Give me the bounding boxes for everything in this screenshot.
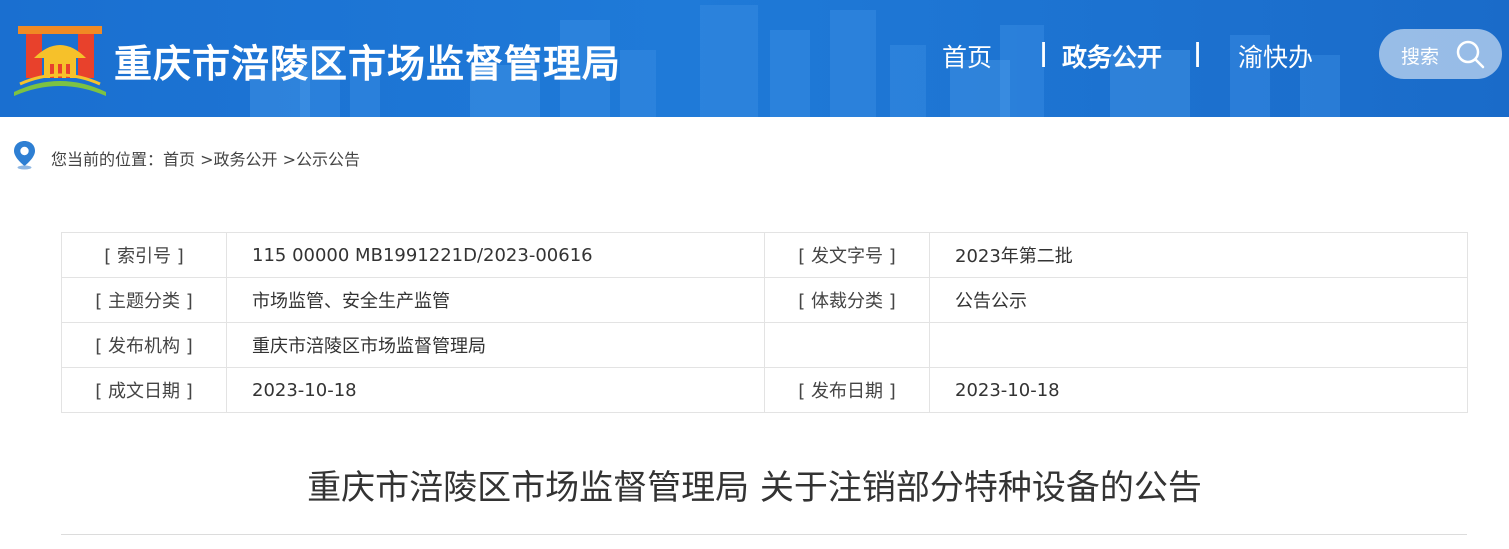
search-icon [1456, 40, 1485, 69]
info-value: 公告公示 [929, 277, 1468, 323]
info-value: 重庆市涪陵区市场监督管理局 [226, 322, 765, 368]
info-label: [ 主题分类 ] [61, 277, 227, 323]
info-label: [ 发文字号 ] [764, 232, 930, 278]
document-info-table: [ 索引号 ] 115 00000 MB1991221D/2023-00616 … [61, 232, 1468, 413]
info-label: [ 发布机构 ] [61, 322, 227, 368]
location-pin-icon [14, 141, 35, 170]
site-title[interactable]: 重庆市涪陵区市场监督管理局 [114, 33, 621, 88]
search-button[interactable]: 搜索 [1379, 29, 1502, 79]
info-label: [ 索引号 ] [61, 232, 227, 278]
table-row: [ 主题分类 ] 市场监管、安全生产监管 [ 体裁分类 ] 公告公示 [61, 277, 1468, 323]
nav-gov-open[interactable]: 政务公开 [1062, 38, 1162, 74]
info-value [929, 322, 1468, 368]
nav-separator: | [1193, 38, 1203, 67]
nav-separator: | [1039, 38, 1049, 67]
info-label: [ 成文日期 ] [61, 367, 227, 413]
city-gate-logo[interactable] [14, 18, 106, 100]
document-title: 重庆市涪陵区市场监督管理局 关于注销部分特种设备的公告 [307, 468, 1202, 508]
table-row: [ 成文日期 ] 2023-10-18 [ 发布日期 ] 2023-10-18 [61, 367, 1468, 413]
info-label [764, 322, 930, 368]
table-row: [ 索引号 ] 115 00000 MB1991221D/2023-00616 … [61, 232, 1468, 278]
title-divider [61, 534, 1467, 535]
nav-home[interactable]: 首页 [942, 38, 992, 74]
nav-yukuaiban[interactable]: 渝快办 [1238, 38, 1313, 74]
info-value: 市场监管、安全生产监管 [226, 277, 765, 323]
info-label: [ 发布日期 ] [764, 367, 930, 413]
info-label: [ 体裁分类 ] [764, 277, 930, 323]
info-value: 2023年第二批 [929, 232, 1468, 278]
table-row: [ 发布机构 ] 重庆市涪陵区市场监督管理局 [61, 322, 1468, 368]
info-value: 2023-10-18 [226, 367, 765, 413]
search-label: 搜索 [1401, 46, 1440, 68]
info-value: 115 00000 MB1991221D/2023-00616 [226, 232, 765, 278]
info-value: 2023-10-18 [929, 367, 1468, 413]
breadcrumb-text[interactable]: 您当前的位置：首页 >政务公开 >公示公告 [51, 146, 360, 170]
site-header: 重庆市涪陵区市场监督管理局 首页 | 政务公开 | 渝快办 搜索 [0, 0, 1509, 117]
